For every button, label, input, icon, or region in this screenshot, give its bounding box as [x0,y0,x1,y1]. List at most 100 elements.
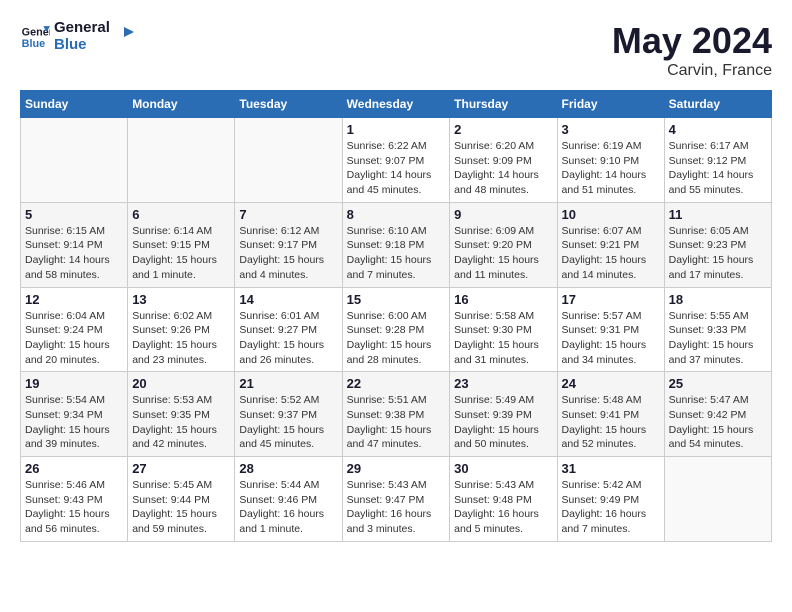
calendar-cell: 13Sunrise: 6:02 AM Sunset: 9:26 PM Dayli… [128,287,235,372]
week-row-5: 26 Sunrise: 5:46 AM Sunset: 9:43 PM Dayli… [21,457,772,542]
day-info: Sunrise: 5:42 AM Sunset: 9:49 PM Dayligh… [562,478,660,537]
calendar-cell: 21 Sunrise: 5:52 AM Sunset: 9:37 PM Dayli… [235,372,342,457]
day-number: 28 [239,461,337,476]
day-number: 23 [454,376,552,391]
day-info: Sunrise: 5:49 AM Sunset: 9:39 PM Dayligh… [454,393,552,452]
day-number: 14 [239,292,337,307]
calendar-cell: 28 Sunrise: 5:44 AM Sunset: 9:46 PM Dayli… [235,457,342,542]
page-header: General Blue General Blue May 2024 Carvi… [20,20,772,80]
day-info: Sunrise: 6:10 AM Sunset: 9:18 PM Dayligh… [347,224,446,283]
day-number: 21 [239,376,337,391]
day-info: Sunrise: 6:01 AM Sunset: 9:27 PM Dayligh… [239,309,337,368]
logo: General Blue General Blue [20,20,134,53]
day-info: Sunrise: 5:43 AM Sunset: 9:48 PM Dayligh… [454,478,552,537]
day-number: 25 [669,376,767,391]
calendar-cell: 24 Sunrise: 5:48 AM Sunset: 9:41 PM Dayli… [557,372,664,457]
calendar-cell: 30 Sunrise: 5:43 AM Sunset: 9:48 PM Dayli… [450,457,557,542]
day-number: 17 [562,292,660,307]
calendar-cell: 17 Sunrise: 5:57 AM Sunset: 9:31 PM Dayli… [557,287,664,372]
calendar-cell: 29 Sunrise: 5:43 AM Sunset: 9:47 PM Dayli… [342,457,450,542]
calendar-cell: 16 Sunrise: 5:58 AM Sunset: 9:30 PM Dayli… [450,287,557,372]
calendar-cell: 18Sunrise: 5:55 AM Sunset: 9:33 PM Dayli… [664,287,771,372]
calendar-cell: 31 Sunrise: 5:42 AM Sunset: 9:49 PM Dayli… [557,457,664,542]
calendar-table: SundayMondayTuesdayWednesdayThursdayFrid… [20,90,772,542]
month-year-title: May 2024 [612,20,772,62]
day-info: Sunrise: 6:15 AM Sunset: 9:14 PM Dayligh… [25,224,123,283]
day-info: Sunrise: 6:00 AM Sunset: 9:28 PM Dayligh… [347,309,446,368]
calendar-cell: 3 Sunrise: 6:19 AM Sunset: 9:10 PM Daylig… [557,118,664,203]
day-number: 10 [562,207,660,222]
calendar-cell: 5 Sunrise: 6:15 AM Sunset: 9:14 PM Daylig… [21,202,128,287]
day-number: 30 [454,461,552,476]
calendar-header: SundayMondayTuesdayWednesdayThursdayFrid… [21,91,772,118]
day-number: 29 [347,461,446,476]
calendar-cell: 25 Sunrise: 5:47 AM Sunset: 9:42 PM Dayli… [664,372,771,457]
day-number: 15 [347,292,446,307]
day-number: 9 [454,207,552,222]
calendar-cell: 22 Sunrise: 5:51 AM Sunset: 9:38 PM Dayli… [342,372,450,457]
calendar-cell: 14 Sunrise: 6:01 AM Sunset: 9:27 PM Dayli… [235,287,342,372]
day-info: Sunrise: 5:46 AM Sunset: 9:43 PM Dayligh… [25,478,123,537]
day-info: Sunrise: 6:17 AM Sunset: 9:12 PM Dayligh… [669,139,767,198]
header-tuesday: Tuesday [235,91,342,118]
calendar-cell: 4Sunrise: 6:17 AM Sunset: 9:12 PM Daylig… [664,118,771,203]
day-number: 22 [347,376,446,391]
day-info: Sunrise: 5:57 AM Sunset: 9:31 PM Dayligh… [562,309,660,368]
day-number: 20 [132,376,230,391]
day-info: Sunrise: 6:05 AM Sunset: 9:23 PM Dayligh… [669,224,767,283]
calendar-cell [21,118,128,203]
svg-text:Blue: Blue [22,38,45,50]
day-number: 5 [25,207,123,222]
week-row-4: 19Sunrise: 5:54 AM Sunset: 9:34 PM Dayli… [21,372,772,457]
calendar-cell: 1Sunrise: 6:22 AM Sunset: 9:07 PM Daylig… [342,118,450,203]
day-number: 11 [669,207,767,222]
day-info: Sunrise: 5:48 AM Sunset: 9:41 PM Dayligh… [562,393,660,452]
week-row-1: 1Sunrise: 6:22 AM Sunset: 9:07 PM Daylig… [21,118,772,203]
day-info: Sunrise: 6:19 AM Sunset: 9:10 PM Dayligh… [562,139,660,198]
header-friday: Friday [557,91,664,118]
day-number: 26 [25,461,123,476]
logo-text-line1: General [54,20,110,37]
day-info: Sunrise: 5:51 AM Sunset: 9:38 PM Dayligh… [347,393,446,452]
day-number: 3 [562,122,660,137]
day-info: Sunrise: 5:58 AM Sunset: 9:30 PM Dayligh… [454,309,552,368]
header-wednesday: Wednesday [342,91,450,118]
day-info: Sunrise: 6:04 AM Sunset: 9:24 PM Dayligh… [25,309,123,368]
day-info: Sunrise: 6:02 AM Sunset: 9:26 PM Dayligh… [132,309,230,368]
day-info: Sunrise: 6:09 AM Sunset: 9:20 PM Dayligh… [454,224,552,283]
week-row-2: 5 Sunrise: 6:15 AM Sunset: 9:14 PM Daylig… [21,202,772,287]
day-info: Sunrise: 5:55 AM Sunset: 9:33 PM Dayligh… [669,309,767,368]
calendar-cell: 19Sunrise: 5:54 AM Sunset: 9:34 PM Dayli… [21,372,128,457]
day-number: 8 [347,207,446,222]
header-sunday: Sunday [21,91,128,118]
location-subtitle: Carvin, France [612,62,772,80]
blue-flag-icon [114,27,134,47]
calendar-cell: 2 Sunrise: 6:20 AM Sunset: 9:09 PM Daylig… [450,118,557,203]
calendar-cell [235,118,342,203]
day-number: 16 [454,292,552,307]
calendar-cell: 15 Sunrise: 6:00 AM Sunset: 9:28 PM Dayli… [342,287,450,372]
day-info: Sunrise: 6:07 AM Sunset: 9:21 PM Dayligh… [562,224,660,283]
calendar-cell: 20Sunrise: 5:53 AM Sunset: 9:35 PM Dayli… [128,372,235,457]
day-info: Sunrise: 5:44 AM Sunset: 9:46 PM Dayligh… [239,478,337,537]
day-info: Sunrise: 6:22 AM Sunset: 9:07 PM Dayligh… [347,139,446,198]
day-info: Sunrise: 5:52 AM Sunset: 9:37 PM Dayligh… [239,393,337,452]
day-info: Sunrise: 5:43 AM Sunset: 9:47 PM Dayligh… [347,478,446,537]
day-number: 6 [132,207,230,222]
day-info: Sunrise: 6:14 AM Sunset: 9:15 PM Dayligh… [132,224,230,283]
day-number: 7 [239,207,337,222]
calendar-cell [128,118,235,203]
calendar-cell: 23 Sunrise: 5:49 AM Sunset: 9:39 PM Dayli… [450,372,557,457]
calendar-cell: 11 Sunrise: 6:05 AM Sunset: 9:23 PM Dayli… [664,202,771,287]
calendar-cell: 8 Sunrise: 6:10 AM Sunset: 9:18 PM Daylig… [342,202,450,287]
calendar-cell: 7Sunrise: 6:12 AM Sunset: 9:17 PM Daylig… [235,202,342,287]
day-number: 24 [562,376,660,391]
day-info: Sunrise: 5:47 AM Sunset: 9:42 PM Dayligh… [669,393,767,452]
day-number: 31 [562,461,660,476]
calendar-cell: 10 Sunrise: 6:07 AM Sunset: 9:21 PM Dayli… [557,202,664,287]
day-number: 2 [454,122,552,137]
logo-text-line2: Blue [54,37,110,54]
day-info: Sunrise: 6:20 AM Sunset: 9:09 PM Dayligh… [454,139,552,198]
header-monday: Monday [128,91,235,118]
header-thursday: Thursday [450,91,557,118]
